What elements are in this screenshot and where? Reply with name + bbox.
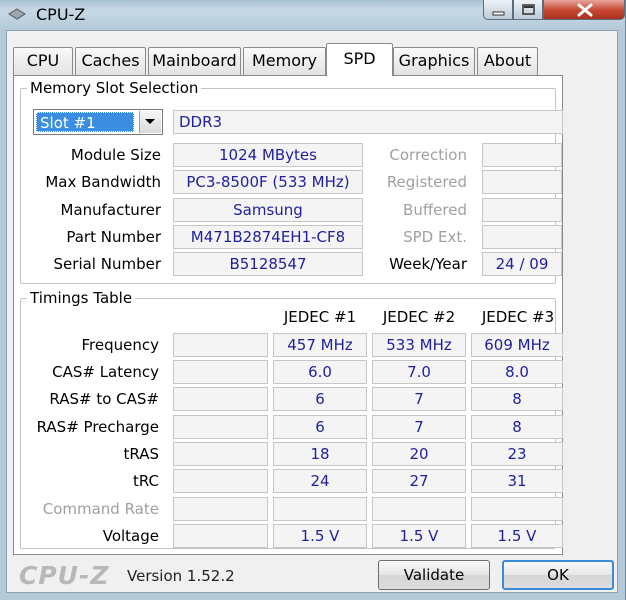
max-bandwidth-label: Max Bandwidth bbox=[45, 173, 161, 191]
serial-number-label: Serial Number bbox=[53, 255, 161, 273]
memory-slot-group: Memory Slot Selection Slot #1 DDR3 Modul… bbox=[20, 78, 563, 284]
command-rate-jedec3 bbox=[471, 497, 563, 521]
part-number-label: Part Number bbox=[66, 228, 161, 246]
week-year-value: 24 / 09 bbox=[482, 252, 562, 276]
part-number-value: M471B2874EH1-CF8 bbox=[173, 225, 363, 249]
frequency-jedec2: 533 MHz bbox=[372, 333, 466, 357]
close-icon bbox=[577, 3, 593, 17]
cpuz-logo-text: CPU-Z bbox=[19, 561, 110, 590]
tab-memory[interactable]: Memory bbox=[243, 47, 326, 75]
tab-cpu[interactable]: CPU bbox=[13, 47, 73, 75]
cas-latency-label: CAS# Latency bbox=[52, 363, 159, 381]
tras-jedec3: 23 bbox=[471, 442, 563, 466]
spd-ext-label: SPD Ext. bbox=[403, 228, 467, 246]
frequency-label: Frequency bbox=[81, 336, 160, 354]
slot-select-value: Slot #1 bbox=[36, 112, 134, 132]
voltage-label: Voltage bbox=[102, 527, 159, 545]
tab-caches[interactable]: Caches bbox=[75, 47, 146, 75]
manufacturer-value: Samsung bbox=[173, 198, 363, 222]
week-year-label: Week/Year bbox=[389, 255, 467, 273]
command-rate-blank bbox=[173, 497, 268, 521]
jedec-1-header: JEDEC #1 bbox=[283, 308, 357, 326]
trc-jedec1: 24 bbox=[273, 469, 367, 493]
voltage-jedec1: 1.5 V bbox=[273, 524, 367, 548]
registered-label: Registered bbox=[386, 173, 467, 191]
cas-latency-jedec1: 6.0 bbox=[273, 360, 367, 384]
trc-blank bbox=[173, 469, 268, 493]
correction-label: Correction bbox=[389, 146, 467, 164]
voltage-jedec2: 1.5 V bbox=[372, 524, 466, 548]
slot-select-arrow[interactable] bbox=[139, 111, 161, 133]
chevron-down-icon bbox=[145, 119, 155, 124]
tras-jedec2: 20 bbox=[372, 442, 466, 466]
jedec-2-header: JEDEC #2 bbox=[382, 308, 456, 326]
tab-graphics[interactable]: Graphics bbox=[393, 47, 475, 75]
validate-button[interactable]: Validate bbox=[378, 560, 490, 590]
voltage-blank bbox=[173, 524, 268, 548]
ras-to-cas-jedec2: 7 bbox=[372, 387, 466, 411]
ras-precharge-label: RAS# Precharge bbox=[36, 418, 159, 436]
ras-precharge-jedec2: 7 bbox=[372, 415, 466, 439]
close-button[interactable] bbox=[543, 0, 625, 20]
ras-to-cas-jedec3: 8 bbox=[471, 387, 563, 411]
memory-slot-group-title: Memory Slot Selection bbox=[27, 78, 202, 98]
maximize-icon bbox=[522, 4, 535, 15]
tab-about[interactable]: About bbox=[477, 47, 538, 75]
client-area: CPU Caches Mainboard Memory SPD Graphics… bbox=[6, 30, 618, 593]
cas-latency-jedec2: 7.0 bbox=[372, 360, 466, 384]
tab-spd[interactable]: SPD bbox=[326, 43, 393, 76]
frequency-blank bbox=[173, 333, 268, 357]
ras-precharge-blank bbox=[173, 415, 268, 439]
module-size-label: Module Size bbox=[70, 146, 161, 164]
max-bandwidth-value: PC3-8500F (533 MHz) bbox=[173, 170, 363, 194]
command-rate-jedec1 bbox=[273, 497, 367, 521]
footer-bar: CPU-Z Version 1.52.2 Validate OK bbox=[7, 551, 617, 591]
trc-jedec2: 27 bbox=[372, 469, 466, 493]
ras-precharge-jedec1: 6 bbox=[273, 415, 367, 439]
ras-precharge-jedec3: 8 bbox=[471, 415, 563, 439]
spd-ext-value bbox=[482, 225, 562, 249]
ok-button[interactable]: OK bbox=[502, 560, 614, 590]
spd-panel: Memory Slot Selection Slot #1 DDR3 Modul… bbox=[13, 75, 563, 555]
cas-latency-blank bbox=[173, 360, 268, 384]
cpuz-window: CPU-Z CPU Caches Mainboard Memory SPD Gr… bbox=[0, 0, 626, 600]
tras-blank bbox=[173, 442, 268, 466]
frequency-jedec1: 457 MHz bbox=[273, 333, 367, 357]
module-size-value: 1024 MBytes bbox=[173, 143, 363, 167]
window-title: CPU-Z bbox=[36, 5, 86, 24]
memory-type-field: DDR3 bbox=[173, 110, 563, 134]
minimize-button[interactable] bbox=[483, 0, 513, 20]
timings-group: Timings Table JEDEC #1 JEDEC #2 JEDEC #3… bbox=[20, 288, 563, 549]
manufacturer-label: Manufacturer bbox=[60, 201, 162, 219]
buffered-label: Buffered bbox=[403, 201, 467, 219]
command-rate-jedec2 bbox=[372, 497, 466, 521]
jedec-3-header: JEDEC #3 bbox=[481, 308, 555, 326]
tab-mainboard[interactable]: Mainboard bbox=[148, 47, 241, 75]
ras-to-cas-blank bbox=[173, 387, 268, 411]
ras-to-cas-jedec1: 6 bbox=[273, 387, 367, 411]
frequency-jedec3: 609 MHz bbox=[471, 333, 563, 357]
correction-value bbox=[482, 143, 562, 167]
title-bar[interactable]: CPU-Z bbox=[0, 0, 626, 30]
buffered-value bbox=[482, 198, 562, 222]
maximize-button[interactable] bbox=[513, 0, 543, 20]
trc-label: tRC bbox=[132, 472, 159, 490]
trc-jedec3: 31 bbox=[471, 469, 563, 493]
cas-latency-jedec3: 8.0 bbox=[471, 360, 563, 384]
tras-jedec1: 18 bbox=[273, 442, 367, 466]
tras-label: tRAS bbox=[123, 445, 159, 463]
version-text: Version 1.52.2 bbox=[127, 567, 235, 585]
registered-value bbox=[482, 170, 562, 194]
slot-select[interactable]: Slot #1 bbox=[33, 109, 163, 135]
ras-to-cas-label: RAS# to CAS# bbox=[49, 390, 159, 408]
timings-group-title: Timings Table bbox=[27, 288, 136, 308]
serial-number-value: B5128547 bbox=[173, 252, 363, 276]
cpuz-app-icon bbox=[8, 8, 26, 20]
command-rate-label: Command Rate bbox=[42, 500, 159, 518]
voltage-jedec3: 1.5 V bbox=[471, 524, 563, 548]
minimize-icon bbox=[492, 11, 505, 16]
